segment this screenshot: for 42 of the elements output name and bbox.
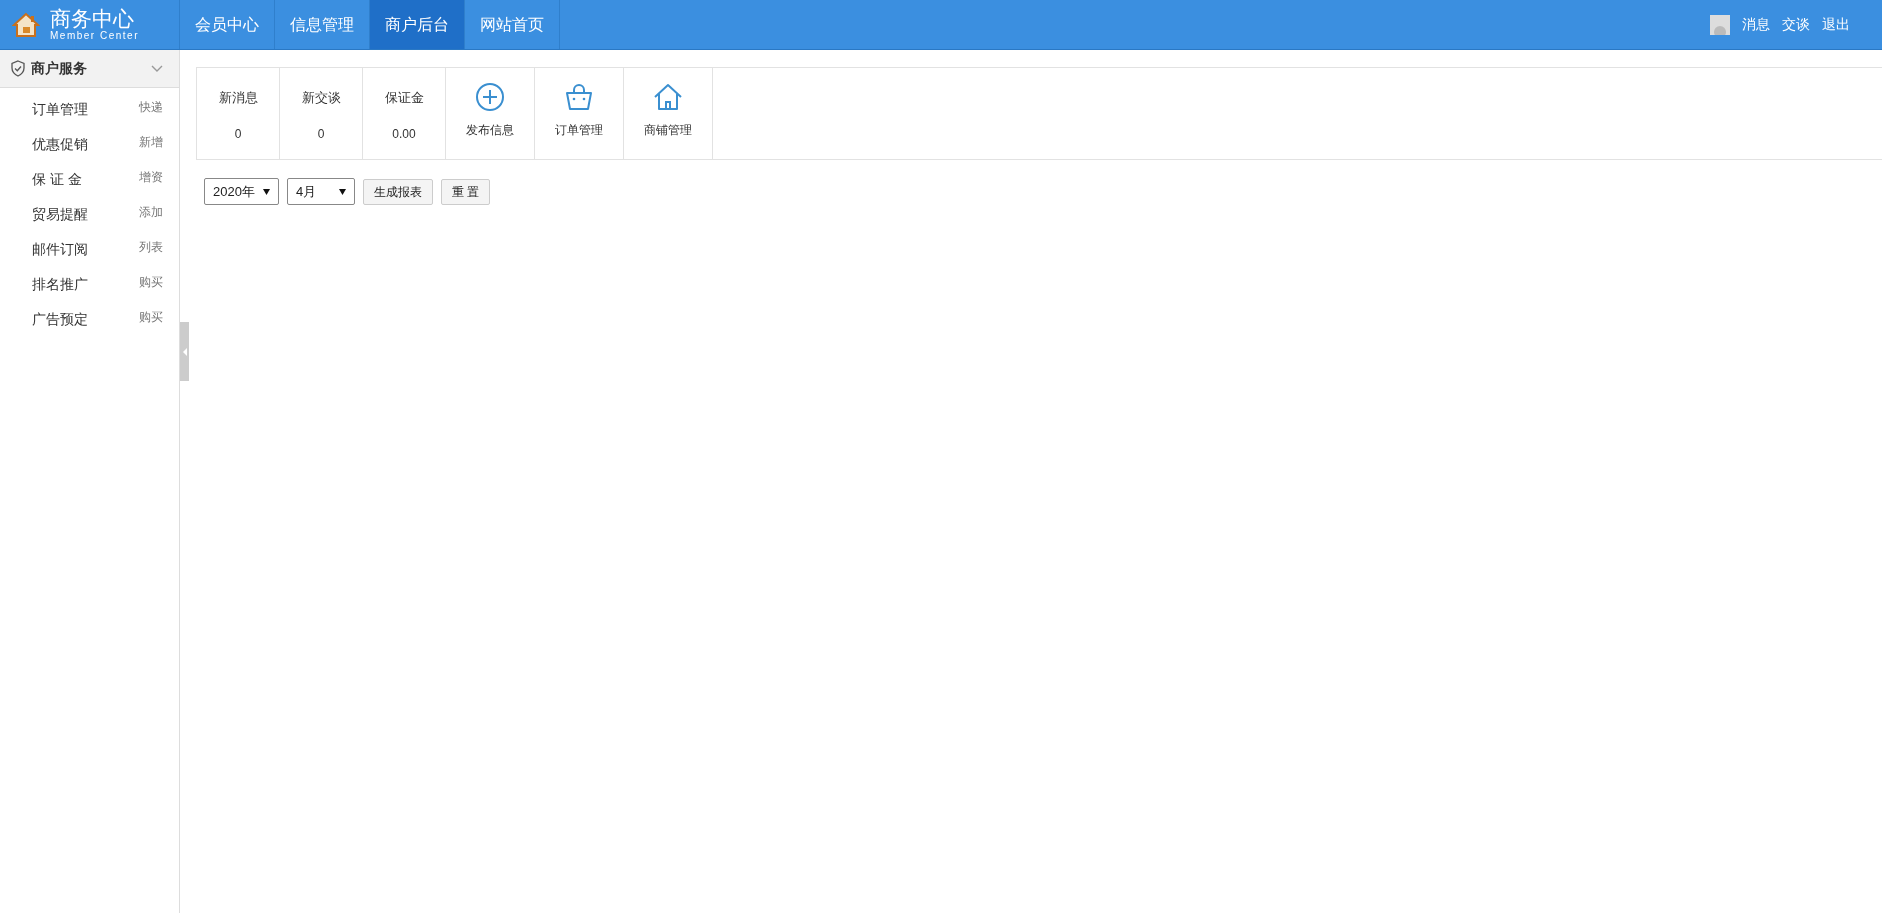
sidebar-action-link[interactable]: 增资: [139, 168, 163, 186]
sidebar-section-header[interactable]: 商户服务: [0, 50, 179, 88]
shortcut-tile[interactable]: 订单管理: [535, 68, 624, 159]
stat-value: 0: [234, 125, 242, 143]
sidebar-item[interactable]: 邮件订阅: [32, 239, 139, 260]
sidebar-item[interactable]: 贸易提醒: [32, 204, 139, 225]
collapse-handle[interactable]: [180, 322, 189, 381]
basket-icon: [564, 82, 594, 112]
plus-circle-icon: [475, 82, 505, 112]
house-icon: [12, 11, 40, 38]
stat-value: 0: [317, 125, 325, 143]
sidebar-action-link[interactable]: 购买: [139, 308, 163, 326]
shortcut-tile[interactable]: 发布信息: [446, 68, 535, 159]
sidebar-item[interactable]: 优惠促销: [32, 134, 139, 155]
logo-title: 商务中心: [50, 8, 135, 29]
stat-value: 0.00: [392, 125, 416, 143]
stat-label: 保证金: [384, 89, 424, 107]
house-icon: [653, 82, 683, 112]
caret-icon: [263, 188, 270, 195]
button[interactable]: 重 置: [441, 178, 491, 205]
avatar-icon[interactable]: [1710, 14, 1730, 35]
caret-icon: [182, 347, 187, 356]
sidebar-action-link[interactable]: 列表: [139, 238, 163, 256]
sidebar-action-link[interactable]: 添加: [139, 203, 163, 221]
sidebar-action-link[interactable]: 新增: [139, 133, 163, 151]
shortcut-tile[interactable]: 商铺管理: [624, 68, 713, 159]
sidebar-item[interactable]: 排名推广: [32, 274, 139, 295]
shield-icon: [10, 60, 26, 77]
sidebar-item[interactable]: 保 证 金: [32, 169, 139, 190]
nav-tab[interactable]: 商户后台: [370, 0, 465, 49]
sidebar-action-link[interactable]: 购买: [139, 273, 163, 291]
select-dropdown[interactable]: 4月: [287, 178, 355, 205]
chevron-icon: [151, 64, 163, 73]
button[interactable]: 生成报表: [363, 178, 433, 205]
logo-subtitle: Member Center: [50, 31, 139, 41]
sidebar-item[interactable]: 广告预定: [32, 309, 139, 330]
stat-label: 新交谈: [301, 89, 341, 107]
sidebar-item[interactable]: 订单管理: [32, 99, 139, 120]
stat-label: 新消息: [218, 89, 258, 107]
caret-icon: [339, 188, 346, 195]
sidebar-action-link[interactable]: 快递: [139, 98, 163, 116]
select-dropdown[interactable]: 2020年: [204, 178, 279, 205]
